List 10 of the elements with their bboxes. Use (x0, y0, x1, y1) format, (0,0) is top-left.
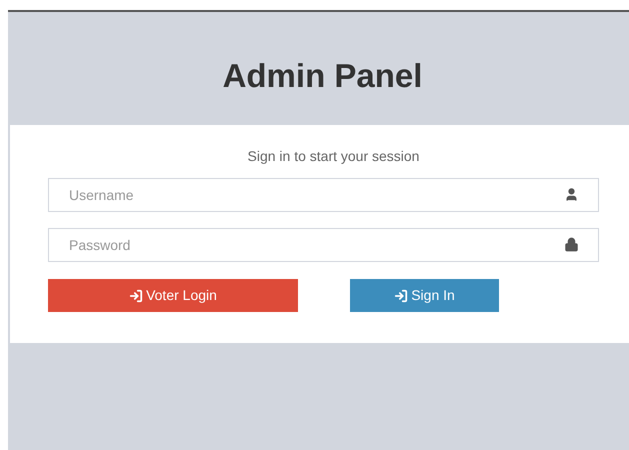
password-field[interactable]: Password (48, 228, 599, 262)
page-title: Admin Panel (222, 56, 424, 96)
sign-in-button[interactable]: Sign In (350, 279, 499, 312)
lock-icon (564, 237, 579, 252)
sign-in-message: Sign in to start your session (246, 147, 420, 165)
sign-in-icon (129, 288, 144, 302)
username-field[interactable]: Username (48, 178, 599, 212)
voter-login-button[interactable]: Voter Login (48, 279, 298, 312)
sign-in-icon (394, 288, 408, 302)
user-icon (564, 187, 579, 202)
